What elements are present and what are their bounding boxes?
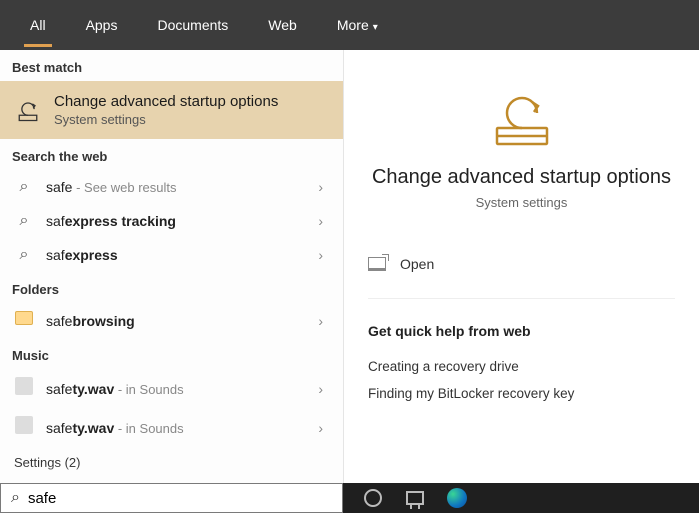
chevron-right-icon: › [318, 213, 329, 229]
section-settings: Settings (2) [0, 447, 343, 478]
preview-title: Change advanced startup options [368, 166, 675, 189]
tab-apps[interactable]: Apps [68, 3, 136, 47]
open-icon [368, 257, 386, 271]
search-icon: ⌕ [14, 246, 34, 264]
chevron-right-icon: › [318, 313, 329, 329]
taskbar: ⌕ [0, 483, 699, 513]
edge-button[interactable] [447, 488, 467, 508]
music-result-safety-1[interactable]: safety.wav - in Sounds › [0, 369, 343, 408]
search-icon: ⌕ [11, 489, 20, 507]
audio-file-icon [14, 377, 34, 400]
search-input[interactable] [28, 490, 332, 507]
web-result-safe[interactable]: ⌕ safe - See web results › [0, 170, 343, 204]
audio-file-icon [14, 416, 34, 439]
search-icon: ⌕ [14, 178, 34, 196]
best-match-subtitle: System settings [54, 112, 278, 127]
chevron-right-icon: › [318, 420, 329, 436]
task-view-button[interactable] [405, 488, 425, 508]
section-folders: Folders [0, 272, 343, 303]
task-view-icon [406, 491, 424, 505]
search-icon: ⌕ [14, 212, 34, 230]
section-music: Music [0, 338, 343, 369]
results-pane: Best match Change advanced startup optio… [0, 50, 343, 483]
folder-icon [14, 311, 34, 330]
section-best-match: Best match [0, 50, 343, 81]
startup-options-icon [487, 88, 557, 148]
tab-more[interactable]: More▾ [319, 3, 396, 47]
best-match-result[interactable]: Change advanced startup options System s… [0, 81, 343, 139]
preview-pane: Change advanced startup options System s… [343, 50, 699, 483]
chevron-right-icon: › [318, 247, 329, 263]
tab-web[interactable]: Web [250, 3, 315, 47]
chevron-right-icon: › [318, 179, 329, 195]
open-action[interactable]: Open [368, 250, 675, 278]
music-result-safety-2[interactable]: safety.wav - in Sounds › [0, 408, 343, 447]
chevron-right-icon: › [318, 381, 329, 397]
startup-options-icon [14, 96, 42, 124]
folder-result-safebrowsing[interactable]: safebrowsing › [0, 303, 343, 338]
preview-subtitle: System settings [368, 195, 675, 210]
help-link-bitlocker[interactable]: Finding my BitLocker recovery key [368, 380, 675, 407]
edge-icon [447, 488, 467, 508]
search-box[interactable]: ⌕ [0, 483, 343, 513]
section-search-web: Search the web [0, 139, 343, 170]
chevron-down-icon: ▾ [373, 22, 378, 33]
tab-documents[interactable]: Documents [139, 3, 246, 47]
cortana-icon [364, 489, 382, 507]
web-result-safexpress-tracking[interactable]: ⌕ safexpress tracking › [0, 204, 343, 238]
help-header: Get quick help from web [368, 323, 675, 339]
cortana-button[interactable] [363, 488, 383, 508]
web-result-safexpress[interactable]: ⌕ safexpress › [0, 238, 343, 272]
tab-all[interactable]: All [12, 3, 64, 47]
help-link-recovery-drive[interactable]: Creating a recovery drive [368, 353, 675, 380]
best-match-title: Change advanced startup options [54, 93, 278, 110]
search-tabs: All Apps Documents Web More▾ [0, 0, 699, 50]
